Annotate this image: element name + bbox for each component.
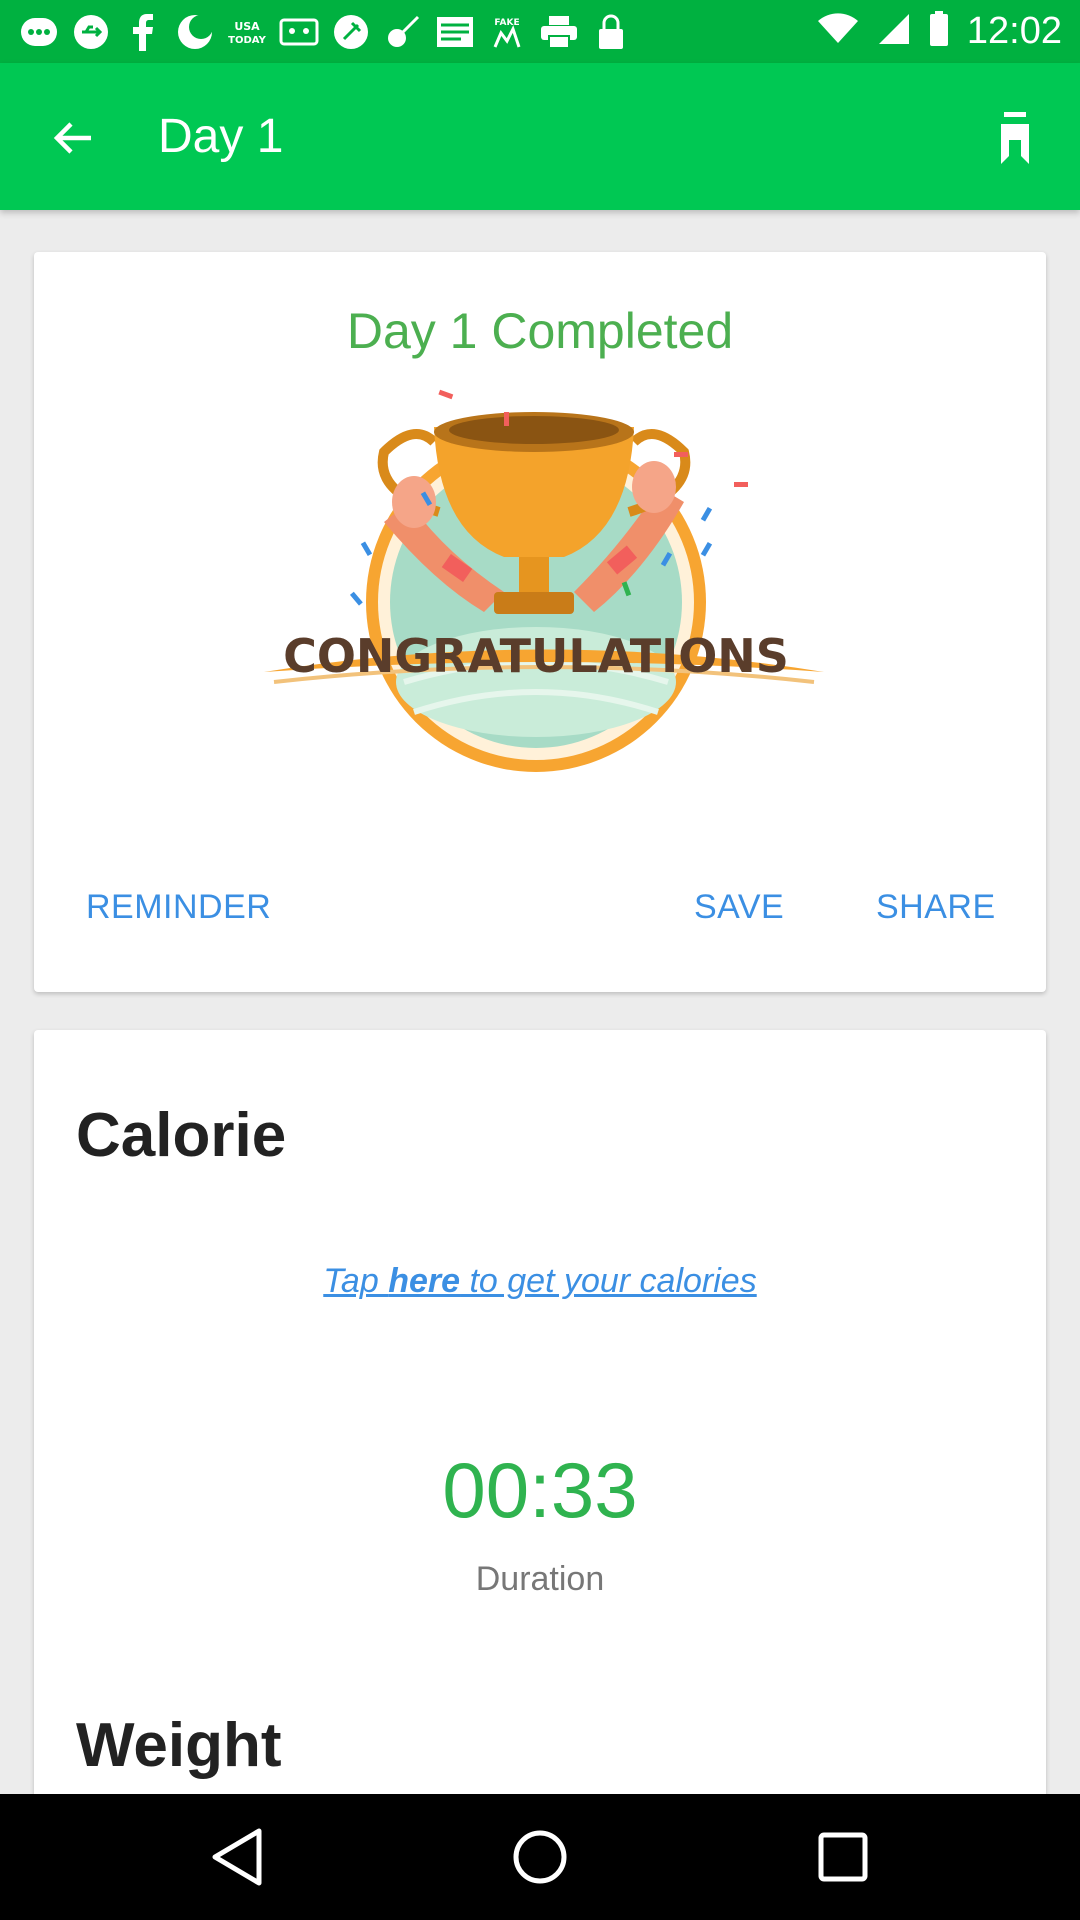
notification-icons: USA TODAY FAKE bbox=[18, 8, 632, 56]
nav-recents-button[interactable] bbox=[808, 1822, 878, 1892]
signal-icon bbox=[877, 12, 911, 51]
battery-icon bbox=[929, 11, 949, 52]
status-time: 12:02 bbox=[966, 10, 1062, 52]
moon-icon bbox=[174, 11, 216, 53]
navigation-bar bbox=[0, 1794, 1080, 1920]
wifi-icon bbox=[817, 13, 859, 50]
triangle-back-icon bbox=[212, 1828, 262, 1886]
completed-title: Day 1 Completed bbox=[346, 303, 734, 359]
share-button[interactable]: SHARE bbox=[876, 888, 996, 927]
messages-icon bbox=[18, 11, 60, 53]
lock-icon bbox=[590, 11, 632, 53]
satellite-icon bbox=[330, 11, 372, 53]
app-bar: Day 1 bbox=[0, 63, 1080, 210]
guitar-icon bbox=[382, 11, 424, 53]
whitelist-button[interactable] bbox=[980, 103, 1050, 173]
reminder-button[interactable]: REMINDER bbox=[86, 888, 271, 927]
usb-icon bbox=[70, 11, 112, 53]
back-button[interactable] bbox=[38, 103, 108, 173]
svg-text:FAKE: FAKE bbox=[494, 18, 519, 28]
congratulations-badge-image: CONGRATULATIONS bbox=[264, 382, 824, 812]
weight-title: Weight bbox=[76, 1711, 282, 1780]
duration-value: 00:33 bbox=[442, 1446, 638, 1534]
print-icon bbox=[538, 11, 580, 53]
badge-text: CONGRATULATIONS bbox=[283, 629, 789, 683]
nav-back-button[interactable] bbox=[202, 1822, 272, 1892]
facebook-icon bbox=[122, 11, 164, 53]
fake-gps-icon: FAKE bbox=[486, 11, 528, 53]
save-button[interactable]: SAVE bbox=[694, 888, 784, 927]
stats-card: Calorie Tap here to get your calories 00… bbox=[34, 1030, 1046, 1920]
page-title: Day 1 bbox=[158, 110, 284, 163]
circle-home-icon bbox=[513, 1830, 567, 1884]
get-calories-link[interactable]: Tap here to get your calories bbox=[34, 1262, 1046, 1301]
svg-text:TODAY: TODAY bbox=[228, 35, 266, 46]
duration-label: Duration bbox=[475, 1560, 605, 1598]
nav-home-button[interactable] bbox=[505, 1822, 575, 1892]
svg-text:USA: USA bbox=[234, 20, 260, 33]
calorie-title: Calorie bbox=[76, 1101, 287, 1170]
cassette-icon bbox=[278, 11, 320, 53]
news-icon bbox=[434, 11, 476, 53]
bookmark-icon bbox=[1001, 112, 1029, 164]
completion-card: Day 1 Completed CONGRATULATIONS REMINDER… bbox=[34, 252, 1046, 992]
square-recents-icon bbox=[818, 1832, 868, 1882]
tap-prefix: Tap bbox=[323, 1262, 389, 1300]
status-bar: USA TODAY FAKE 12:02 bbox=[0, 0, 1080, 63]
tap-suffix: to get your calories bbox=[460, 1262, 757, 1300]
status-right: 12:02 bbox=[817, 0, 1062, 63]
tap-here: here bbox=[388, 1262, 461, 1300]
arrow-left-icon bbox=[53, 122, 91, 154]
usa-today-icon: USA TODAY bbox=[226, 11, 268, 53]
